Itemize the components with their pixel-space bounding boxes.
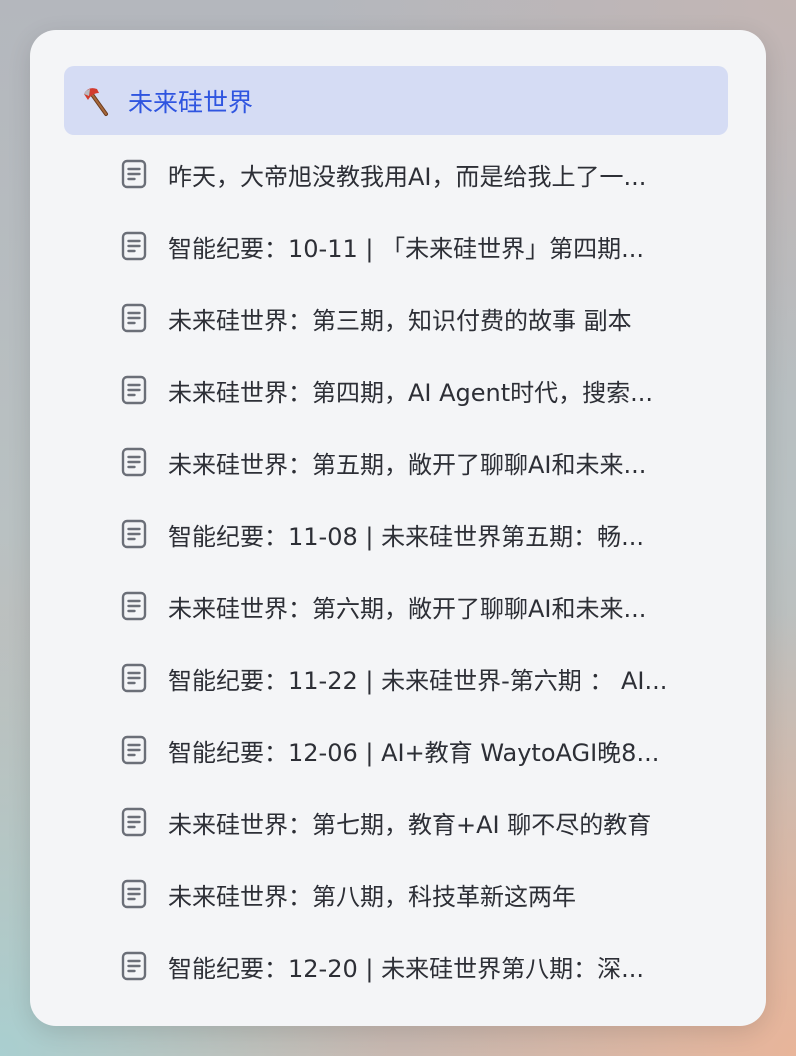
document-icon	[118, 878, 150, 910]
document-icon	[118, 518, 150, 550]
list-item[interactable]: 未来硅世界：第四期，AI Agent时代，搜索...	[118, 354, 730, 426]
folder-row-selected[interactable]: 未来硅世界	[64, 66, 728, 135]
document-icon	[118, 590, 150, 622]
list-item[interactable]: 未来硅世界：第三期，知识付费的故事 副本	[118, 282, 730, 354]
document-title: 智能纪要：10-11 | 「未来硅世界」第四期...	[168, 234, 644, 263]
document-tree-panel: 未来硅世界 昨天，大帝旭没教我用AI，而是给我上了一... 智能纪要：10-11 …	[30, 30, 766, 1026]
list-item[interactable]: 智能纪要：10-11 | 「未来硅世界」第四期...	[118, 210, 730, 282]
document-title: 智能纪要：12-06 | AI+教育 WaytoAGI晚8...	[168, 738, 660, 767]
document-title: 未来硅世界：第三期，知识付费的故事 副本	[168, 306, 632, 335]
document-icon	[118, 806, 150, 838]
axe-icon	[80, 84, 114, 118]
document-title: 智能纪要：11-22 | 未来硅世界-第六期 ： AI...	[168, 666, 668, 695]
document-title: 未来硅世界：第七期，教育+AI 聊不尽的教育	[168, 810, 652, 839]
document-title: 智能纪要：12-20 | 未来硅世界第八期：深...	[168, 954, 644, 983]
list-item[interactable]: 智能纪要：11-08 | 未来硅世界第五期：畅...	[118, 498, 730, 570]
document-title: 未来硅世界：第八期，科技革新这两年	[168, 882, 576, 911]
document-title: 未来硅世界：第六期，敞开了聊聊AI和未来...	[168, 594, 647, 623]
document-title: 智能纪要：11-08 | 未来硅世界第五期：畅...	[168, 522, 644, 551]
folder-title: 未来硅世界	[128, 87, 254, 117]
document-icon	[118, 374, 150, 406]
list-item[interactable]: 未来硅世界：第八期，科技革新这两年	[118, 858, 730, 930]
document-title: 未来硅世界：第四期，AI Agent时代，搜索...	[168, 378, 654, 407]
document-list: 昨天，大帝旭没教我用AI，而是给我上了一... 智能纪要：10-11 | 「未来硅…	[118, 138, 730, 1002]
document-icon	[118, 158, 150, 190]
list-item[interactable]: 智能纪要：12-06 | AI+教育 WaytoAGI晚8...	[118, 714, 730, 786]
list-item[interactable]: 昨天，大帝旭没教我用AI，而是给我上了一...	[118, 138, 730, 210]
list-item[interactable]: 未来硅世界：第七期，教育+AI 聊不尽的教育	[118, 786, 730, 858]
document-icon	[118, 734, 150, 766]
document-icon	[118, 230, 150, 262]
list-item[interactable]: 未来硅世界：第五期，敞开了聊聊AI和未来...	[118, 426, 730, 498]
document-icon	[118, 302, 150, 334]
document-title: 未来硅世界：第五期，敞开了聊聊AI和未来...	[168, 450, 647, 479]
list-item[interactable]: 智能纪要：11-22 | 未来硅世界-第六期 ： AI...	[118, 642, 730, 714]
document-icon	[118, 662, 150, 694]
document-icon	[118, 950, 150, 982]
document-title: 昨天，大帝旭没教我用AI，而是给我上了一...	[168, 162, 647, 191]
list-item[interactable]: 未来硅世界：第六期，敞开了聊聊AI和未来...	[118, 570, 730, 642]
document-icon	[118, 446, 150, 478]
list-item[interactable]: 智能纪要：12-20 | 未来硅世界第八期：深...	[118, 930, 730, 1002]
